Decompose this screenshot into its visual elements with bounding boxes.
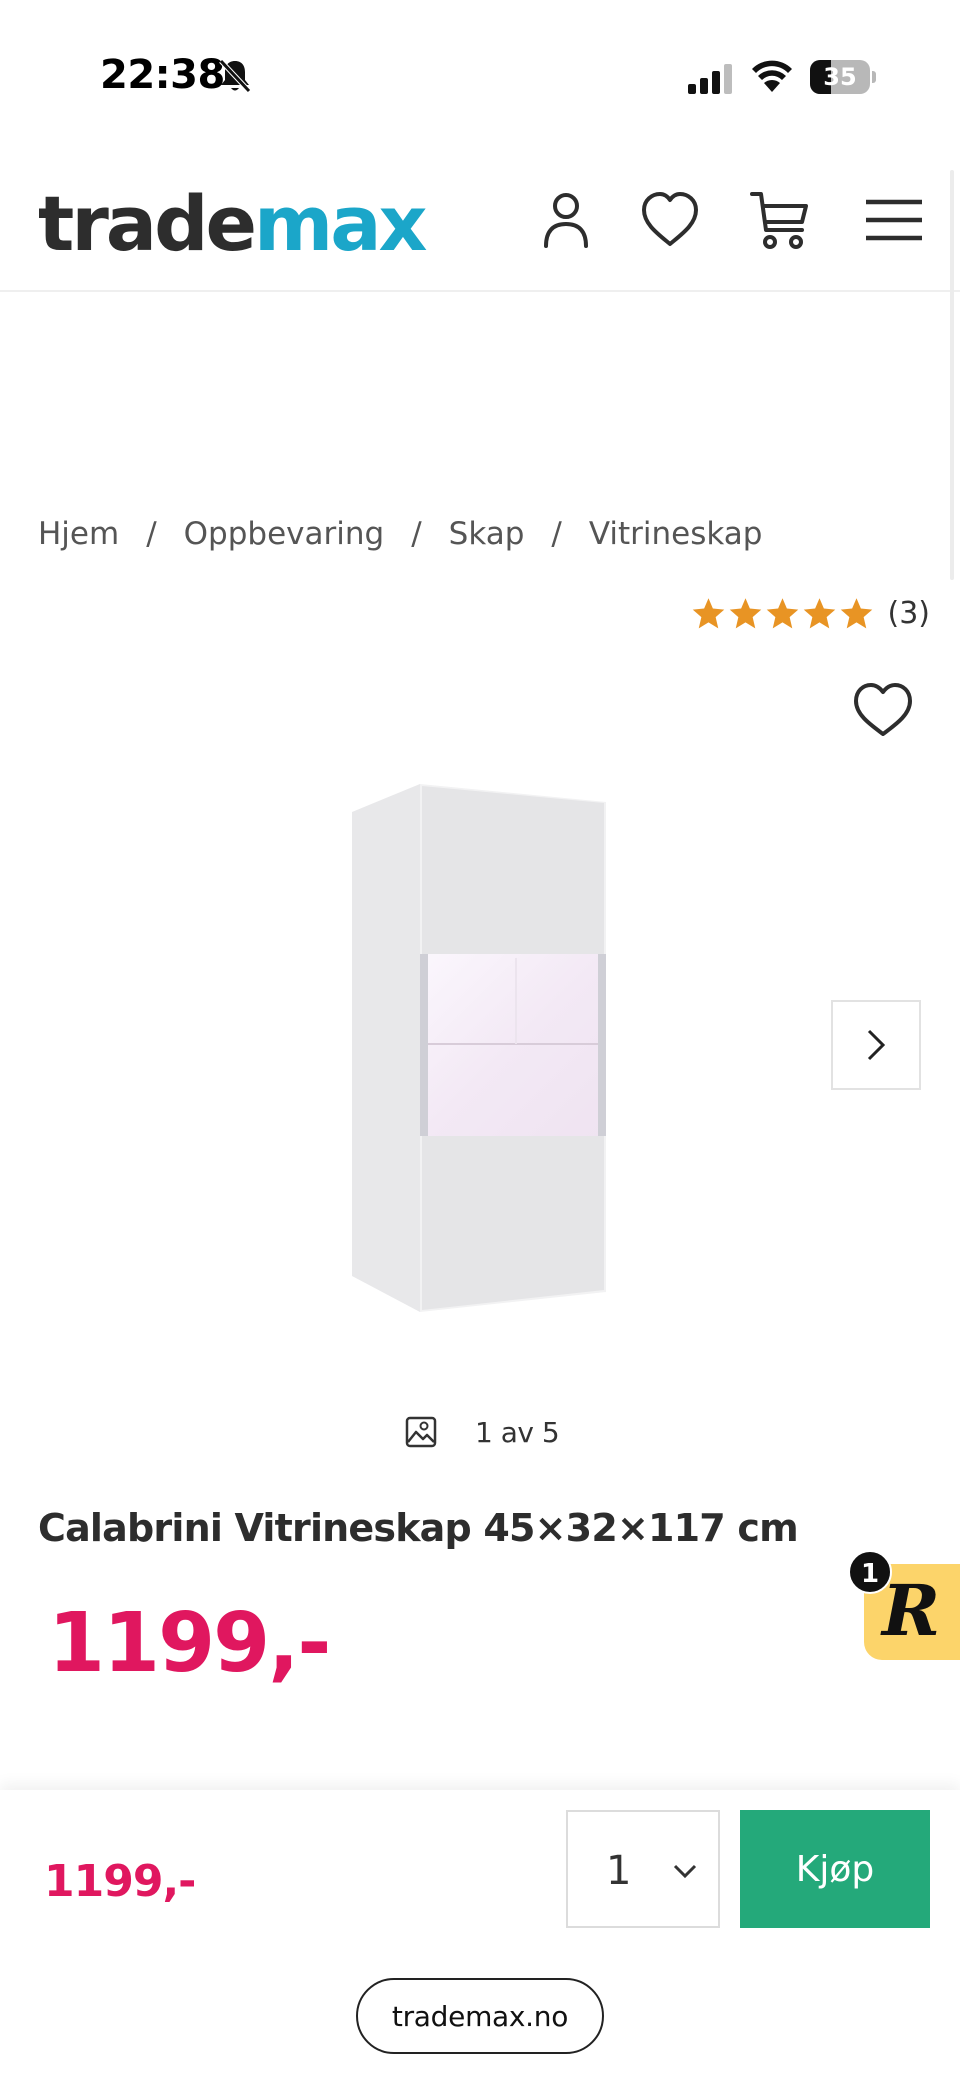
- breadcrumb-separator: /: [411, 516, 422, 552]
- gallery-next-button[interactable]: [831, 1000, 921, 1090]
- breadcrumb-item-oppbevaring[interactable]: Oppbevaring: [184, 516, 385, 552]
- star-icon: [692, 598, 724, 629]
- battery-indicator: 35: [810, 60, 876, 94]
- chevron-right-icon: [867, 1029, 886, 1061]
- status-time: 22:38: [100, 52, 225, 98]
- quantity-select[interactable]: 1: [566, 1810, 720, 1928]
- wifi-icon: [752, 60, 792, 92]
- image-icon: [405, 1416, 437, 1448]
- breadcrumb-item-hjem[interactable]: Hjem: [38, 516, 119, 552]
- cellular-signal-icon: [688, 64, 732, 94]
- rating-count: (3): [887, 596, 931, 631]
- breadcrumb: Hjem / Oppbevaring / Skap / Vitrineskap: [38, 512, 762, 556]
- add-to-wishlist-heart-icon[interactable]: [850, 680, 916, 740]
- breadcrumb-separator: /: [146, 516, 157, 552]
- trademax-logo[interactable]: trademax: [38, 184, 428, 264]
- star-icon: [803, 598, 835, 629]
- menu-icon[interactable]: [862, 186, 926, 254]
- product-price: 1199,-: [48, 1596, 331, 1691]
- breadcrumb-item-skap[interactable]: Skap: [449, 516, 525, 552]
- star-icon: [840, 598, 872, 629]
- browser-url-bar[interactable]: trademax.no: [356, 1978, 604, 2054]
- reviews-logo-letter: R: [882, 1569, 941, 1652]
- site-header: trademax: [0, 160, 960, 292]
- gallery-counter-text: 1 av 5: [475, 1415, 560, 1449]
- sticky-price: 1199,-: [44, 1856, 196, 1907]
- product-title: Calabrini Vitrineskap 45×32×117 cm: [38, 1506, 799, 1550]
- buy-button[interactable]: Kjøp: [740, 1810, 930, 1928]
- chevron-down-icon: [673, 1864, 697, 1879]
- product-image-cabinet[interactable]: [340, 772, 620, 1320]
- star-icon: [766, 598, 798, 629]
- heart-icon[interactable]: [638, 186, 702, 254]
- gallery-counter: 1 av 5: [405, 1410, 560, 1454]
- scrollbar[interactable]: [950, 170, 954, 580]
- notification-count-badge: 1: [848, 1550, 892, 1594]
- breadcrumb-item-vitrineskap[interactable]: Vitrineskap: [589, 516, 763, 552]
- status-bar: 22:38 35: [0, 0, 960, 120]
- breadcrumb-separator: /: [551, 516, 562, 552]
- battery-level: 35: [823, 63, 857, 91]
- cart-icon[interactable]: [748, 186, 812, 254]
- product-rating[interactable]: (3): [691, 596, 931, 631]
- star-icon: [729, 598, 761, 629]
- rating-stars: [691, 596, 874, 631]
- bell-muted-icon: [219, 59, 251, 93]
- quantity-value: 1: [606, 1848, 632, 1894]
- account-icon[interactable]: [534, 186, 598, 254]
